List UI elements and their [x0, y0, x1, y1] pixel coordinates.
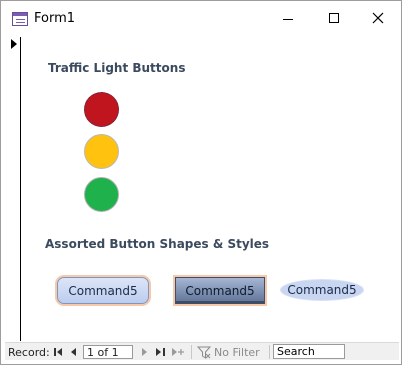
current-record-box[interactable]: 1 of 1 — [83, 345, 133, 359]
search-input[interactable]: Search — [273, 344, 345, 359]
traffic-section-label: Traffic Light Buttons — [48, 61, 186, 75]
minimize-button[interactable] — [265, 1, 311, 35]
title-bar[interactable]: Form1 — [1, 1, 401, 37]
filter-icon[interactable] — [197, 345, 211, 359]
assorted-section-label: Assorted Button Shapes & Styles — [45, 237, 270, 251]
red-light-button[interactable] — [84, 92, 119, 127]
new-record-icon — [172, 348, 184, 356]
close-button[interactable] — [355, 1, 401, 35]
funnel-icon — [197, 346, 211, 359]
last-record-button[interactable] — [156, 345, 165, 359]
form-icon — [12, 12, 28, 26]
green-light-button[interactable] — [84, 177, 119, 212]
nav-divider — [269, 345, 270, 359]
close-icon — [372, 12, 384, 24]
current-record-arrow-icon — [11, 39, 17, 49]
first-record-icon — [54, 348, 62, 356]
maximize-button[interactable] — [311, 1, 357, 35]
record-navigation-bar: Record: 1 of 1 No Filter Search — [5, 342, 399, 360]
form-window: Form1 Traffic Light Buttons Assorted But… — [0, 0, 402, 365]
no-filter-button[interactable]: No Filter — [214, 345, 260, 359]
minimize-icon — [283, 19, 293, 20]
next-record-icon — [142, 348, 147, 356]
nav-divider — [191, 345, 192, 359]
record-selector[interactable] — [5, 37, 21, 341]
amber-light-button[interactable] — [84, 134, 119, 169]
first-record-button[interactable] — [54, 345, 63, 359]
form-detail-section: Traffic Light Buttons Assorted Button Sh… — [22, 37, 394, 341]
command-button-oval[interactable]: Command5 — [280, 279, 364, 301]
record-label: Record: — [8, 345, 50, 359]
maximize-icon — [329, 13, 339, 23]
previous-record-icon — [71, 348, 76, 356]
previous-record-button[interactable] — [71, 345, 78, 359]
command-button-rounded[interactable]: Command5 — [57, 277, 149, 304]
next-record-button[interactable] — [141, 345, 148, 359]
new-record-button[interactable] — [172, 345, 184, 359]
window-title: Form1 — [34, 11, 76, 26]
last-record-icon — [156, 348, 165, 356]
command-button-beveled[interactable]: Command5 — [175, 277, 265, 304]
